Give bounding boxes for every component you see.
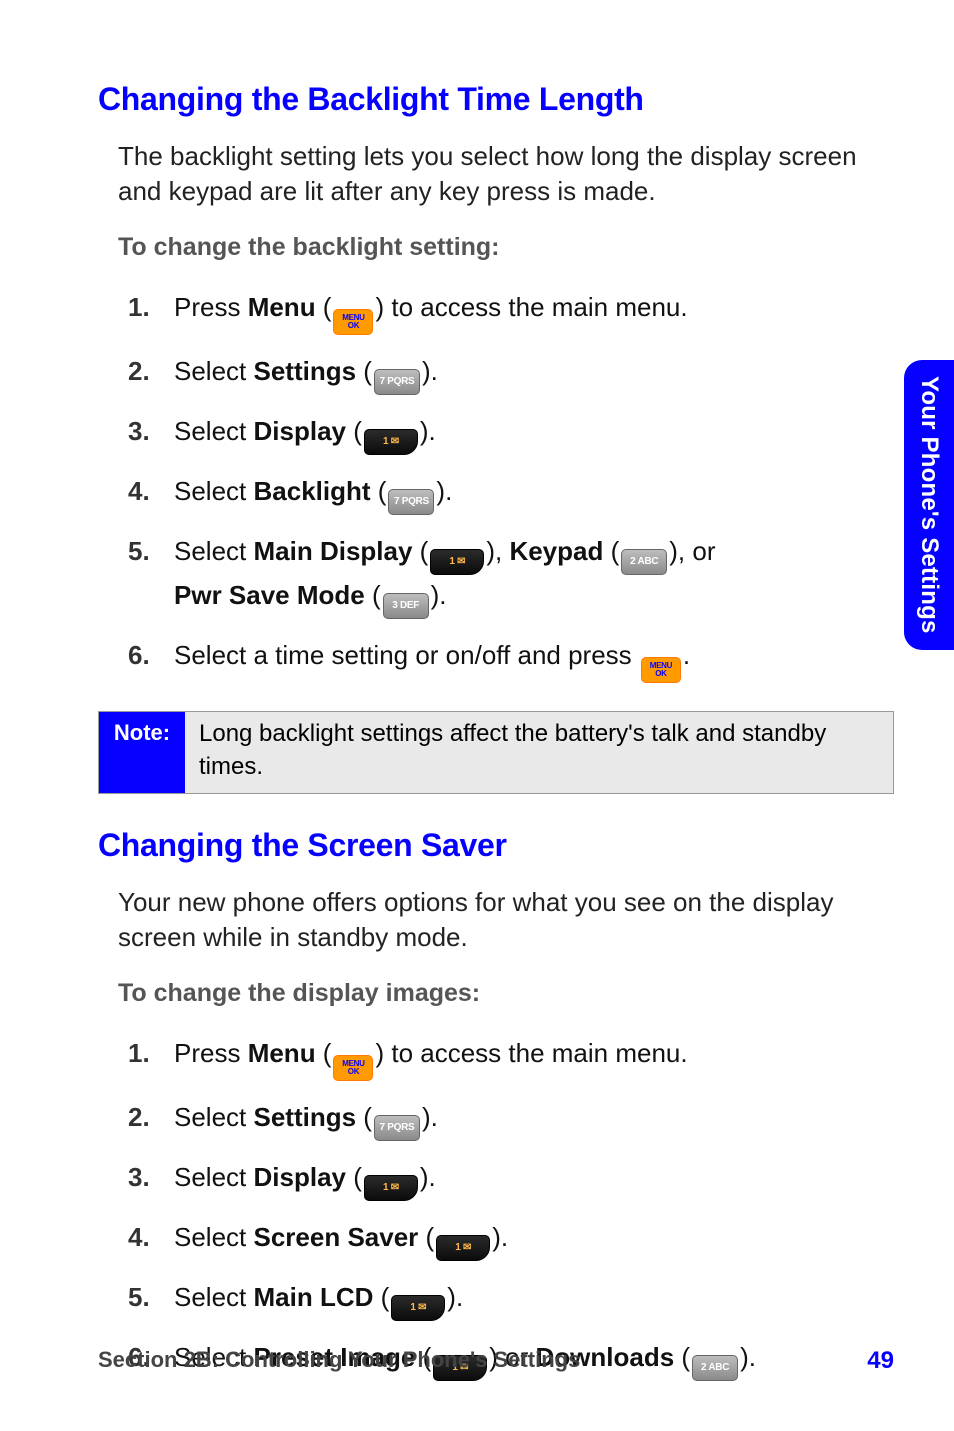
subhead-screensaver: To change the display images: xyxy=(118,977,874,1011)
list-item: Press Menu (MENUOK) to access the main m… xyxy=(174,287,864,335)
key-3-icon: 3 DEF xyxy=(383,593,429,619)
side-tab-label: Your Phone's Settings xyxy=(913,376,945,634)
list-item: Select Main LCD (1 ✉). xyxy=(174,1277,864,1321)
list-item: Select Main Display (1 ✉), Keypad (2 ABC… xyxy=(174,531,864,619)
note-box: Note: Long backlight settings affect the… xyxy=(98,711,894,794)
list-item: Press Menu (MENUOK) to access the main m… xyxy=(174,1033,864,1081)
menu-ok-key-icon: MENUOK xyxy=(333,309,373,335)
menu-ok-key-icon: MENUOK xyxy=(641,657,681,683)
list-item: Select Settings (7 PQRS). xyxy=(174,351,864,395)
heading-screensaver: Changing the Screen Saver xyxy=(98,824,894,867)
footer-section: Section 2B: Controlling Your Phone's Set… xyxy=(98,1345,580,1377)
key-7-icon: 7 PQRS xyxy=(374,369,420,395)
subhead-backlight: To change the backlight setting: xyxy=(118,231,874,265)
page: Your Phone's Settings Changing the Backl… xyxy=(0,0,954,1431)
list-item: Select Screen Saver (1 ✉). xyxy=(174,1217,864,1261)
list-item: Select Display (1 ✉). xyxy=(174,411,864,455)
side-tab: Your Phone's Settings xyxy=(904,360,954,650)
key-1-icon: 1 ✉ xyxy=(391,1295,445,1321)
key-1-icon: 1 ✉ xyxy=(430,549,484,575)
footer-page-number: 49 xyxy=(867,1345,894,1377)
key-1-icon: 1 ✉ xyxy=(364,429,418,455)
steps-screensaver: Press Menu (MENUOK) to access the main m… xyxy=(128,1033,864,1381)
list-item: Select a time setting or on/off and pres… xyxy=(174,635,864,683)
note-label: Note: xyxy=(99,712,185,793)
list-item: Select Backlight (7 PQRS). xyxy=(174,471,864,515)
heading-backlight: Changing the Backlight Time Length xyxy=(98,78,894,121)
page-footer: Section 2B: Controlling Your Phone's Set… xyxy=(98,1345,894,1377)
key-7-icon: 7 PQRS xyxy=(374,1115,420,1141)
intro-screensaver: Your new phone offers options for what y… xyxy=(118,885,874,955)
note-text: Long backlight settings affect the batte… xyxy=(185,712,893,793)
list-item: Select Settings (7 PQRS). xyxy=(174,1097,864,1141)
key-2-icon: 2 ABC xyxy=(621,549,667,575)
key-1-icon: 1 ✉ xyxy=(364,1175,418,1201)
intro-backlight: The backlight setting lets you select ho… xyxy=(118,139,874,209)
steps-backlight: Press Menu (MENUOK) to access the main m… xyxy=(128,287,864,683)
key-1-icon: 1 ✉ xyxy=(436,1235,490,1261)
key-7-icon: 7 PQRS xyxy=(388,489,434,515)
menu-ok-key-icon: MENUOK xyxy=(333,1055,373,1081)
list-item: Select Display (1 ✉). xyxy=(174,1157,864,1201)
